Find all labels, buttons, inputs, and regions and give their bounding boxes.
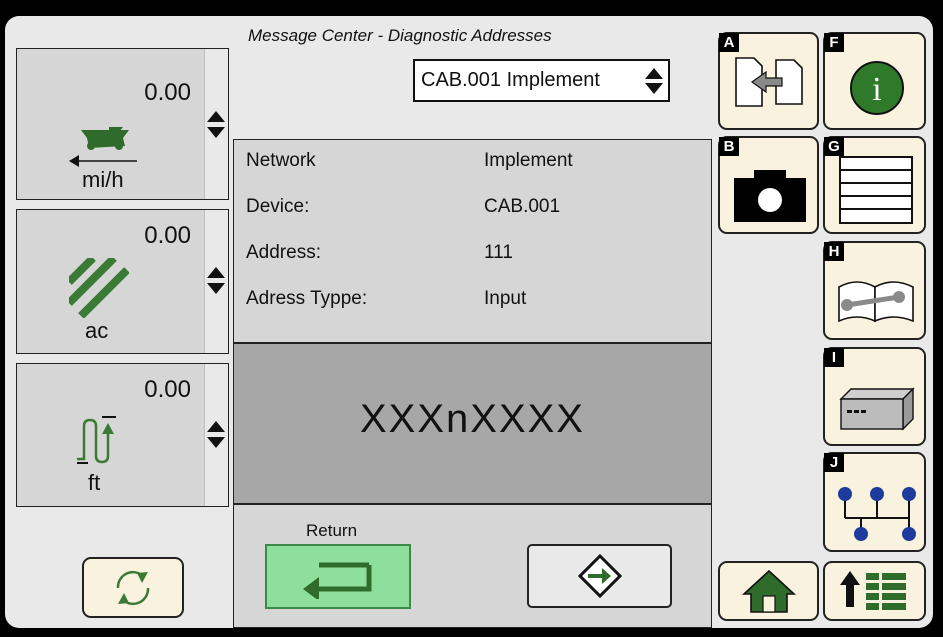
refresh-button[interactable] — [82, 557, 184, 618]
readout-value: XXXnXXXX — [359, 397, 585, 441]
up-arrow-list-icon — [840, 571, 906, 610]
network-nodes-icon — [838, 487, 916, 541]
updown-arrow-icon — [645, 68, 663, 94]
updown-arrow-icon[interactable] — [206, 265, 226, 297]
height-unit: ft — [88, 470, 101, 495]
updown-arrow-icon[interactable] — [206, 419, 226, 451]
device-label: Device: — [246, 196, 310, 217]
return-button[interactable] — [265, 544, 411, 609]
height-arrow-icon — [77, 416, 116, 464]
softkey-b-camera[interactable]: B — [718, 136, 819, 234]
softkey-h-manual[interactable]: H — [823, 241, 926, 340]
home-button[interactable] — [718, 561, 819, 621]
softkey-a-transfer[interactable]: A — [718, 32, 819, 130]
address-label: Address: — [246, 242, 321, 263]
camera-icon — [734, 170, 806, 222]
service-manual-icon — [838, 281, 914, 323]
softkey-i-controller[interactable]: I — [823, 347, 926, 446]
speed-gauge[interactable]: 0.00 mi/h — [16, 48, 229, 200]
area-hatch-icon — [69, 258, 129, 318]
screen: Message Center - Diagnostic Addresses CA… — [5, 16, 933, 628]
area-unit: ac — [85, 318, 109, 343]
page-title: Message Center - Diagnostic Addresses — [248, 26, 552, 45]
return-label: Return — [306, 521, 358, 540]
controller-box-icon — [839, 387, 915, 431]
menu-button[interactable] — [823, 561, 926, 621]
softkey-g-badge: G — [824, 137, 844, 156]
footer-panel: Return — [233, 504, 712, 628]
softkey-f-info[interactable]: F i — [823, 32, 926, 130]
softkey-j-badge: J — [824, 453, 844, 472]
address-type-value: Input — [484, 288, 527, 309]
svg-text:i: i — [872, 71, 881, 108]
softkey-j-network[interactable]: J — [823, 452, 926, 552]
readout-panel: XXXnXXXX — [233, 343, 712, 504]
file-transfer-icon — [735, 57, 803, 107]
softkey-f-badge: F — [824, 33, 844, 52]
info-icon: i — [850, 61, 904, 115]
device-select-value: CAB.001 Implement — [421, 69, 600, 91]
refresh-icon — [116, 570, 150, 606]
softkey-b-badge: B — [719, 137, 739, 156]
height-value: 0.00 — [144, 376, 191, 403]
enter-diamond-icon — [577, 553, 623, 599]
softkey-g-list[interactable]: G — [823, 136, 926, 234]
updown-arrow-icon[interactable] — [206, 109, 226, 141]
address-type-label: Adress Typpe: — [246, 288, 368, 309]
home-icon — [741, 569, 797, 613]
address-value: 111 — [484, 242, 513, 263]
network-value: Implement — [484, 150, 573, 171]
height-gauge[interactable]: 0.00 ft — [16, 363, 229, 507]
network-label: Network — [246, 150, 316, 171]
return-arrow-icon — [303, 562, 372, 599]
area-gauge[interactable]: 0.00 ac — [16, 209, 229, 354]
softkey-i-badge: I — [824, 348, 844, 367]
enter-button[interactable] — [527, 544, 672, 608]
list-icon — [839, 156, 913, 224]
details-panel: Network Implement Device: CAB.001 Addres… — [233, 139, 712, 343]
softkey-h-badge: H — [824, 242, 844, 261]
device-value: CAB.001 — [484, 196, 561, 217]
area-value: 0.00 — [144, 222, 191, 249]
device-select[interactable]: CAB.001 Implement — [413, 59, 670, 102]
speed-unit: mi/h — [82, 167, 124, 192]
speed-value: 0.00 — [144, 79, 191, 106]
